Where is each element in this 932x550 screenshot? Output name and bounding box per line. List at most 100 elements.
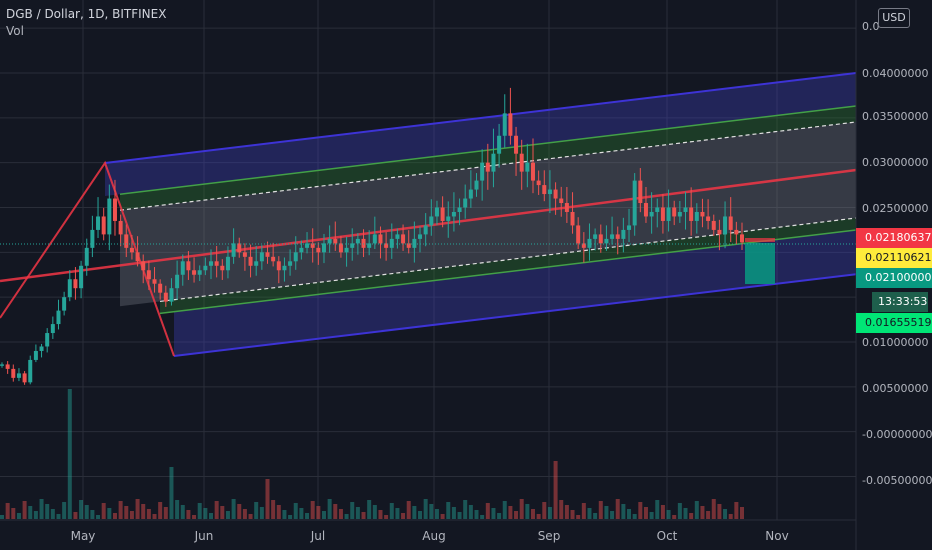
volume-bar [22, 501, 27, 519]
volume-bar [271, 500, 276, 519]
candle-body [282, 265, 287, 271]
candle-body [570, 211, 575, 226]
position-stop-zone [745, 238, 775, 242]
candle-body [491, 153, 496, 172]
volume-label: Vol [6, 24, 24, 38]
candle-body [333, 238, 338, 244]
candle-body [186, 261, 191, 271]
candle-body [5, 364, 10, 369]
candle-body [604, 238, 609, 244]
volume-bar [338, 509, 343, 519]
volume-bar [711, 499, 716, 519]
candle-body [124, 234, 129, 248]
candle-body [530, 162, 535, 181]
candle-body [361, 238, 366, 248]
candle-body [203, 265, 208, 271]
volume-bar [418, 511, 423, 519]
candle-body [28, 359, 33, 383]
volume-bar [90, 510, 95, 519]
candle-body [564, 203, 569, 212]
volume-bar [254, 502, 259, 519]
volume-bar [84, 505, 89, 519]
candle-body [683, 207, 688, 212]
candle-body [62, 297, 67, 311]
volume-bar [299, 508, 304, 519]
volume-bar [56, 514, 61, 519]
volume-bar [666, 510, 671, 519]
candle-body [84, 247, 89, 266]
volume-bar [485, 503, 490, 519]
volume-bar [175, 500, 180, 519]
candle-body [429, 216, 434, 226]
volume-bar [463, 500, 468, 519]
volume-bar [214, 501, 219, 519]
volume-bar [677, 503, 682, 519]
candle-body [689, 207, 694, 221]
volume-bar [350, 502, 355, 519]
volume-bar [660, 505, 665, 519]
volume-bar [655, 500, 660, 519]
volume-bar [700, 506, 705, 519]
candle-body [146, 270, 151, 280]
volume-bar [497, 513, 502, 519]
volume-bar [209, 513, 214, 519]
candle-body [118, 220, 123, 235]
y-tick-label: 0.0 [862, 20, 880, 33]
price-chart[interactable]: 0.04000000 0.03500000 0.03000000 0.02500000… [0, 0, 932, 550]
candle-body [694, 211, 699, 221]
volume-bar [293, 503, 298, 519]
volume-bar [649, 512, 654, 519]
volume-bar [112, 513, 117, 519]
candle-body [90, 229, 95, 248]
volume-bar [638, 502, 643, 519]
volume-bar [514, 511, 519, 519]
volume-bar [389, 503, 394, 519]
volume-bar [378, 510, 383, 519]
candle-body [508, 113, 513, 136]
y-tick-label: 0.03500000 [862, 110, 928, 123]
candle-body [16, 373, 21, 378]
candle-body [474, 180, 479, 190]
volume-bar [163, 507, 168, 519]
volume-bar [152, 514, 157, 519]
volume-bar [706, 511, 711, 519]
x-tick-label: Jul [310, 529, 325, 543]
volume-bar [242, 509, 247, 519]
currency-button[interactable]: USD [878, 8, 910, 28]
candle-body [338, 243, 343, 253]
volume-bar [547, 507, 552, 519]
candle-body [525, 162, 530, 172]
volume-bar [570, 510, 575, 519]
volume-bar [203, 508, 208, 519]
candle-body [418, 234, 423, 239]
candle-body [305, 243, 310, 248]
price-badge: 0.02100000 [856, 268, 932, 288]
volume-bar [491, 508, 496, 519]
volume-bar [395, 508, 400, 519]
candle-body [468, 189, 473, 199]
x-tick-label: Aug [422, 529, 445, 543]
y-tick-label: 0.02500000 [862, 202, 928, 215]
volume-bar [355, 507, 360, 519]
volume-bar [559, 500, 564, 519]
volume-bar [564, 505, 569, 519]
candle-body [587, 238, 592, 248]
candle-body [395, 234, 400, 239]
volume-bar [434, 509, 439, 519]
volume-bar [101, 503, 106, 519]
price-badge: 0.02110621 [856, 248, 932, 268]
candle-body [11, 368, 16, 378]
volume-bar [197, 503, 202, 519]
volume-bar [11, 508, 16, 519]
x-tick-label: Jun [194, 529, 214, 543]
candle-body [485, 162, 490, 172]
candle-body [101, 216, 106, 235]
candle-body [327, 238, 332, 244]
candle-body [350, 243, 355, 248]
candle-body [649, 211, 654, 217]
candle-body [728, 216, 733, 230]
candle-body [700, 211, 705, 217]
volume-bar [587, 508, 592, 519]
candle-body [39, 346, 44, 351]
candle-body [372, 234, 377, 244]
